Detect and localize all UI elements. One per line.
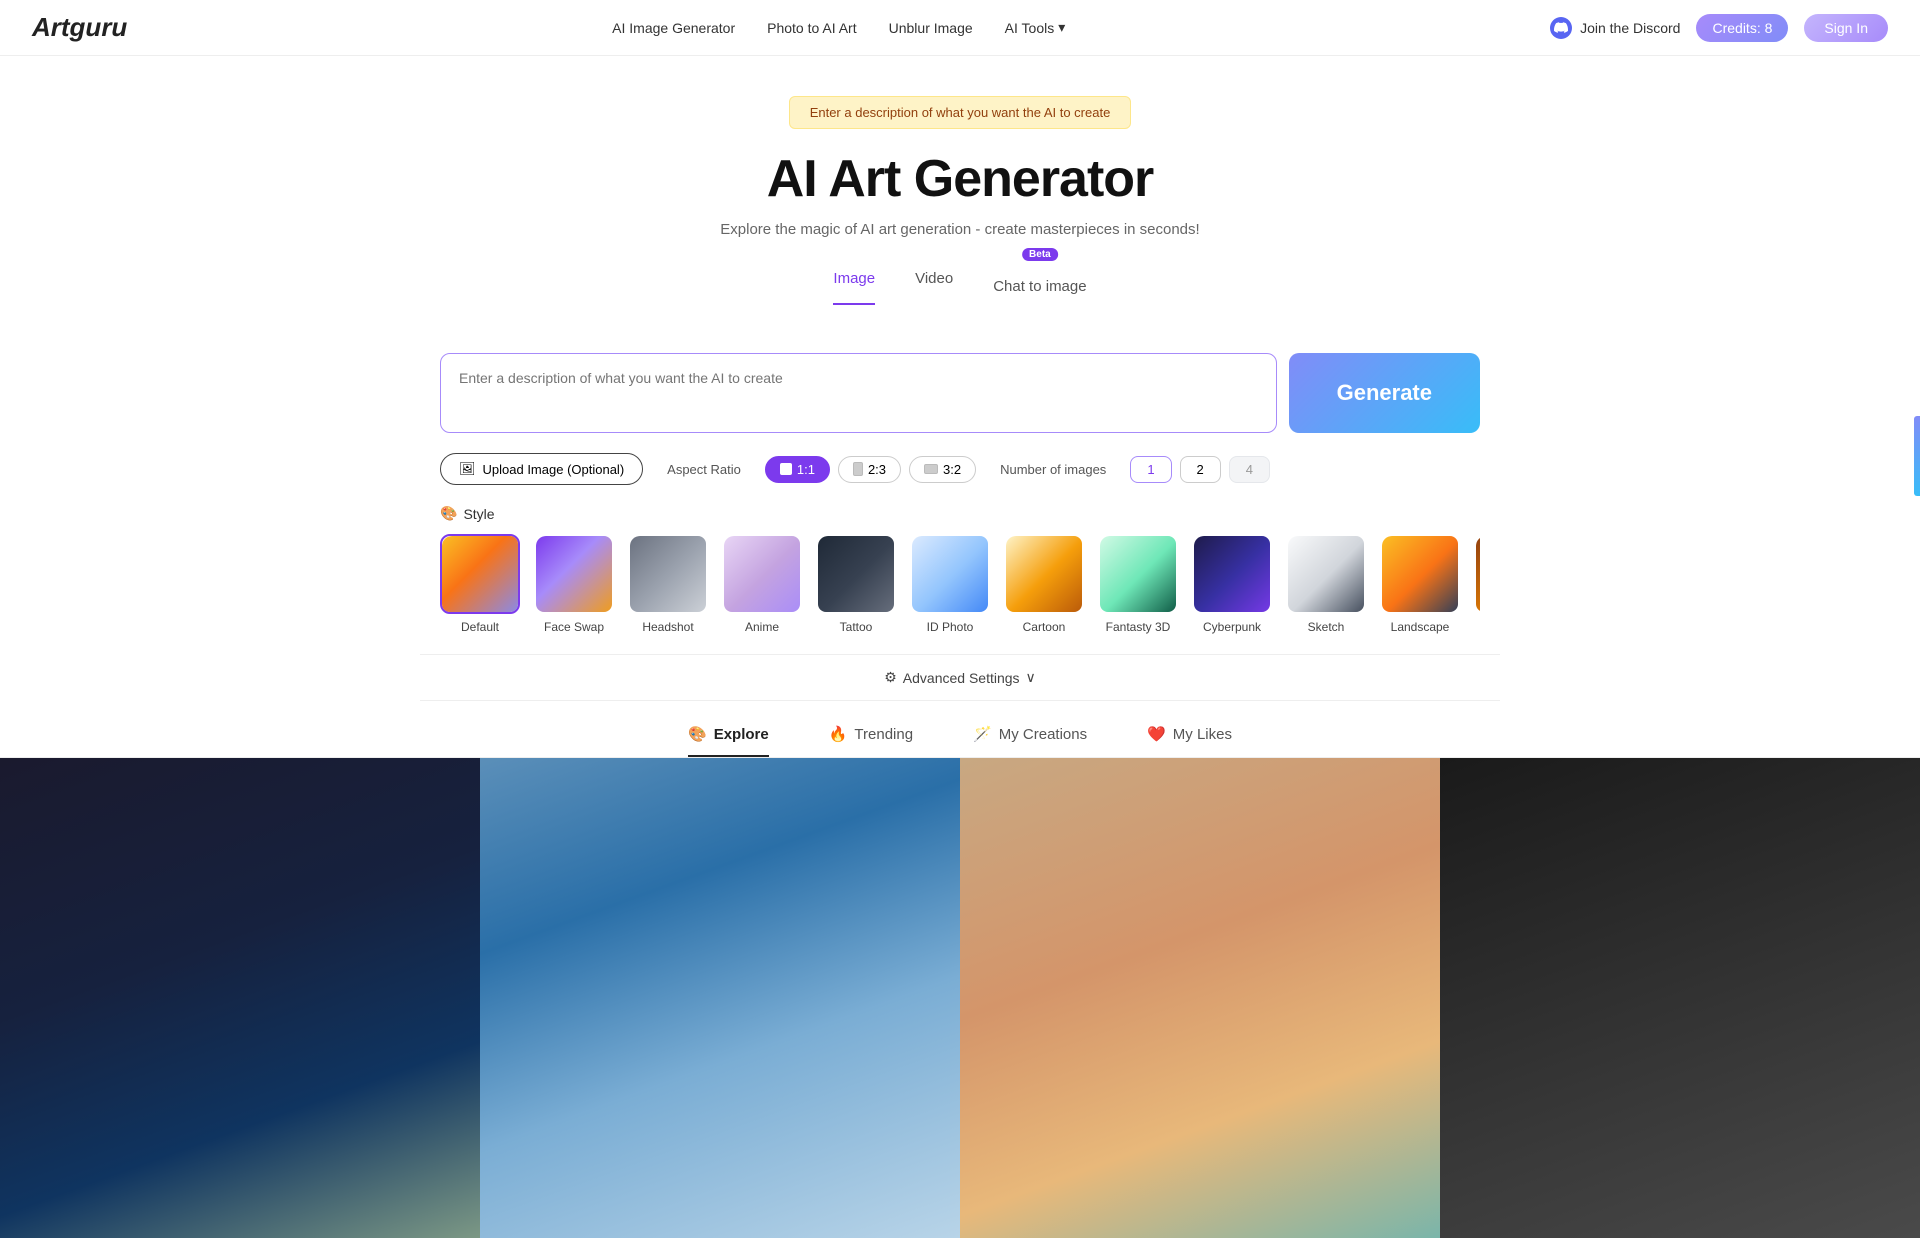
count-options: 1 2 4 bbox=[1130, 456, 1270, 483]
aspect-portrait-icon bbox=[853, 462, 863, 476]
explore-icon: 🎨 bbox=[688, 725, 707, 743]
style-tattoo[interactable]: Tattoo bbox=[816, 534, 896, 634]
gallery-tab-my-creations[interactable]: 🪄 My Creations bbox=[973, 725, 1087, 757]
upload-image-button[interactable]: 🖼 Upload Image (Optional) bbox=[440, 453, 643, 485]
gallery-tab-my-likes[interactable]: ❤️ My Likes bbox=[1147, 725, 1232, 757]
trending-icon: 🔥 bbox=[829, 725, 848, 743]
main-section: Generate 🖼 Upload Image (Optional) Aspec… bbox=[0, 325, 1920, 1258]
discord-icon bbox=[1550, 17, 1572, 39]
style-landscape[interactable]: Landscape bbox=[1380, 534, 1460, 634]
nav-photo-to-ai-art[interactable]: Photo to AI Art bbox=[767, 20, 857, 36]
generator-area: Generate 🖼 Upload Image (Optional) Aspec… bbox=[420, 325, 1500, 638]
count-1[interactable]: 1 bbox=[1130, 456, 1171, 483]
discord-button[interactable]: Join the Discord bbox=[1550, 17, 1680, 39]
hero-subtitle: Explore the magic of AI art generation -… bbox=[20, 221, 1900, 238]
beta-badge: Beta bbox=[1022, 248, 1058, 261]
gallery-item-4[interactable] bbox=[1440, 758, 1920, 1238]
style-section: 🎨 Style Default Face Swap Headshot bbox=[440, 505, 1480, 638]
advanced-settings-toggle[interactable]: ⚙ Advanced Settings ∨ bbox=[420, 654, 1500, 701]
my-creations-icon: 🪄 bbox=[973, 725, 992, 743]
prompt-row: Generate bbox=[440, 353, 1480, 433]
style-cartoon[interactable]: Cartoon bbox=[1004, 534, 1084, 634]
nav-ai-tools[interactable]: AI Tools ▾ bbox=[1005, 19, 1066, 36]
nav-ai-image-generator[interactable]: AI Image Generator bbox=[612, 20, 735, 36]
aspect-2-3[interactable]: 2:3 bbox=[838, 456, 901, 483]
style-icon: 🎨 bbox=[440, 505, 457, 522]
mode-tabs: Image Video Beta Chat to image bbox=[20, 262, 1900, 305]
credits-button[interactable]: Credits: 8 bbox=[1696, 14, 1788, 42]
sidebar-accent bbox=[1914, 416, 1920, 496]
upload-icon: 🖼 bbox=[459, 461, 476, 477]
style-anime[interactable]: Anime bbox=[722, 534, 802, 634]
gallery-item-2[interactable] bbox=[480, 758, 960, 1238]
style-grid: Default Face Swap Headshot Anime bbox=[440, 534, 1480, 638]
count-2[interactable]: 2 bbox=[1180, 456, 1221, 483]
style-idphoto[interactable]: ID Photo bbox=[910, 534, 990, 634]
hero-section: Enter a description of what you want the… bbox=[0, 56, 1920, 325]
aspect-1-1[interactable]: 1:1 bbox=[765, 456, 830, 483]
style-default[interactable]: Default bbox=[440, 534, 520, 634]
gallery-grid bbox=[0, 758, 1920, 1238]
style-headshot[interactable]: Headshot bbox=[628, 534, 708, 634]
style-sketch[interactable]: Sketch bbox=[1286, 534, 1366, 634]
aspect-ratio-options: 1:1 2:3 3:2 bbox=[765, 456, 976, 483]
style-fantasy[interactable]: Fantasty 3D bbox=[1098, 534, 1178, 634]
gallery-tabs: 🎨 Explore 🔥 Trending 🪄 My Creations ❤️ M… bbox=[0, 701, 1920, 758]
style-cyberpunk[interactable]: Cyberpunk bbox=[1192, 534, 1272, 634]
header: Artguru AI Image Generator Photo to AI A… bbox=[0, 0, 1920, 56]
my-likes-icon: ❤️ bbox=[1147, 725, 1166, 743]
aspect-landscape-icon bbox=[924, 464, 938, 474]
style-label: 🎨 Style bbox=[440, 505, 1480, 522]
gallery-item-1[interactable] bbox=[0, 758, 480, 1238]
gallery-tab-trending[interactable]: 🔥 Trending bbox=[829, 725, 913, 757]
settings-icon: ⚙ bbox=[884, 669, 897, 686]
header-actions: Join the Discord Credits: 8 Sign In bbox=[1550, 14, 1888, 42]
prompt-input[interactable] bbox=[440, 353, 1277, 433]
aspect-ratio-label: Aspect Ratio bbox=[667, 462, 741, 477]
logo[interactable]: Artguru bbox=[32, 12, 127, 43]
count-4[interactable]: 4 bbox=[1229, 456, 1270, 483]
signin-button[interactable]: Sign In bbox=[1804, 14, 1888, 42]
gallery-tab-explore[interactable]: 🎨 Explore bbox=[688, 725, 769, 757]
tab-image[interactable]: Image bbox=[833, 262, 875, 305]
tab-video[interactable]: Video bbox=[915, 262, 953, 305]
tab-chat-to-image[interactable]: Beta Chat to image bbox=[993, 262, 1086, 305]
aspect-square-icon bbox=[780, 463, 792, 475]
chevron-down-icon: ▾ bbox=[1058, 19, 1065, 36]
page-title: AI Art Generator bbox=[20, 149, 1900, 209]
count-label: Number of images bbox=[1000, 462, 1106, 477]
aspect-3-2[interactable]: 3:2 bbox=[909, 456, 976, 483]
generate-button[interactable]: Generate bbox=[1289, 353, 1480, 433]
style-oilpainting[interactable]: Oil Painting bbox=[1474, 534, 1480, 634]
gallery-item-3[interactable] bbox=[960, 758, 1440, 1238]
chevron-down-icon: ∨ bbox=[1026, 669, 1036, 686]
style-faceswap[interactable]: Face Swap bbox=[534, 534, 614, 634]
nav-unblur-image[interactable]: Unblur Image bbox=[889, 20, 973, 36]
hero-notice: Enter a description of what you want the… bbox=[789, 96, 1132, 129]
main-nav: AI Image Generator Photo to AI Art Unblu… bbox=[612, 19, 1065, 36]
controls-row: 🖼 Upload Image (Optional) Aspect Ratio 1… bbox=[440, 453, 1480, 485]
